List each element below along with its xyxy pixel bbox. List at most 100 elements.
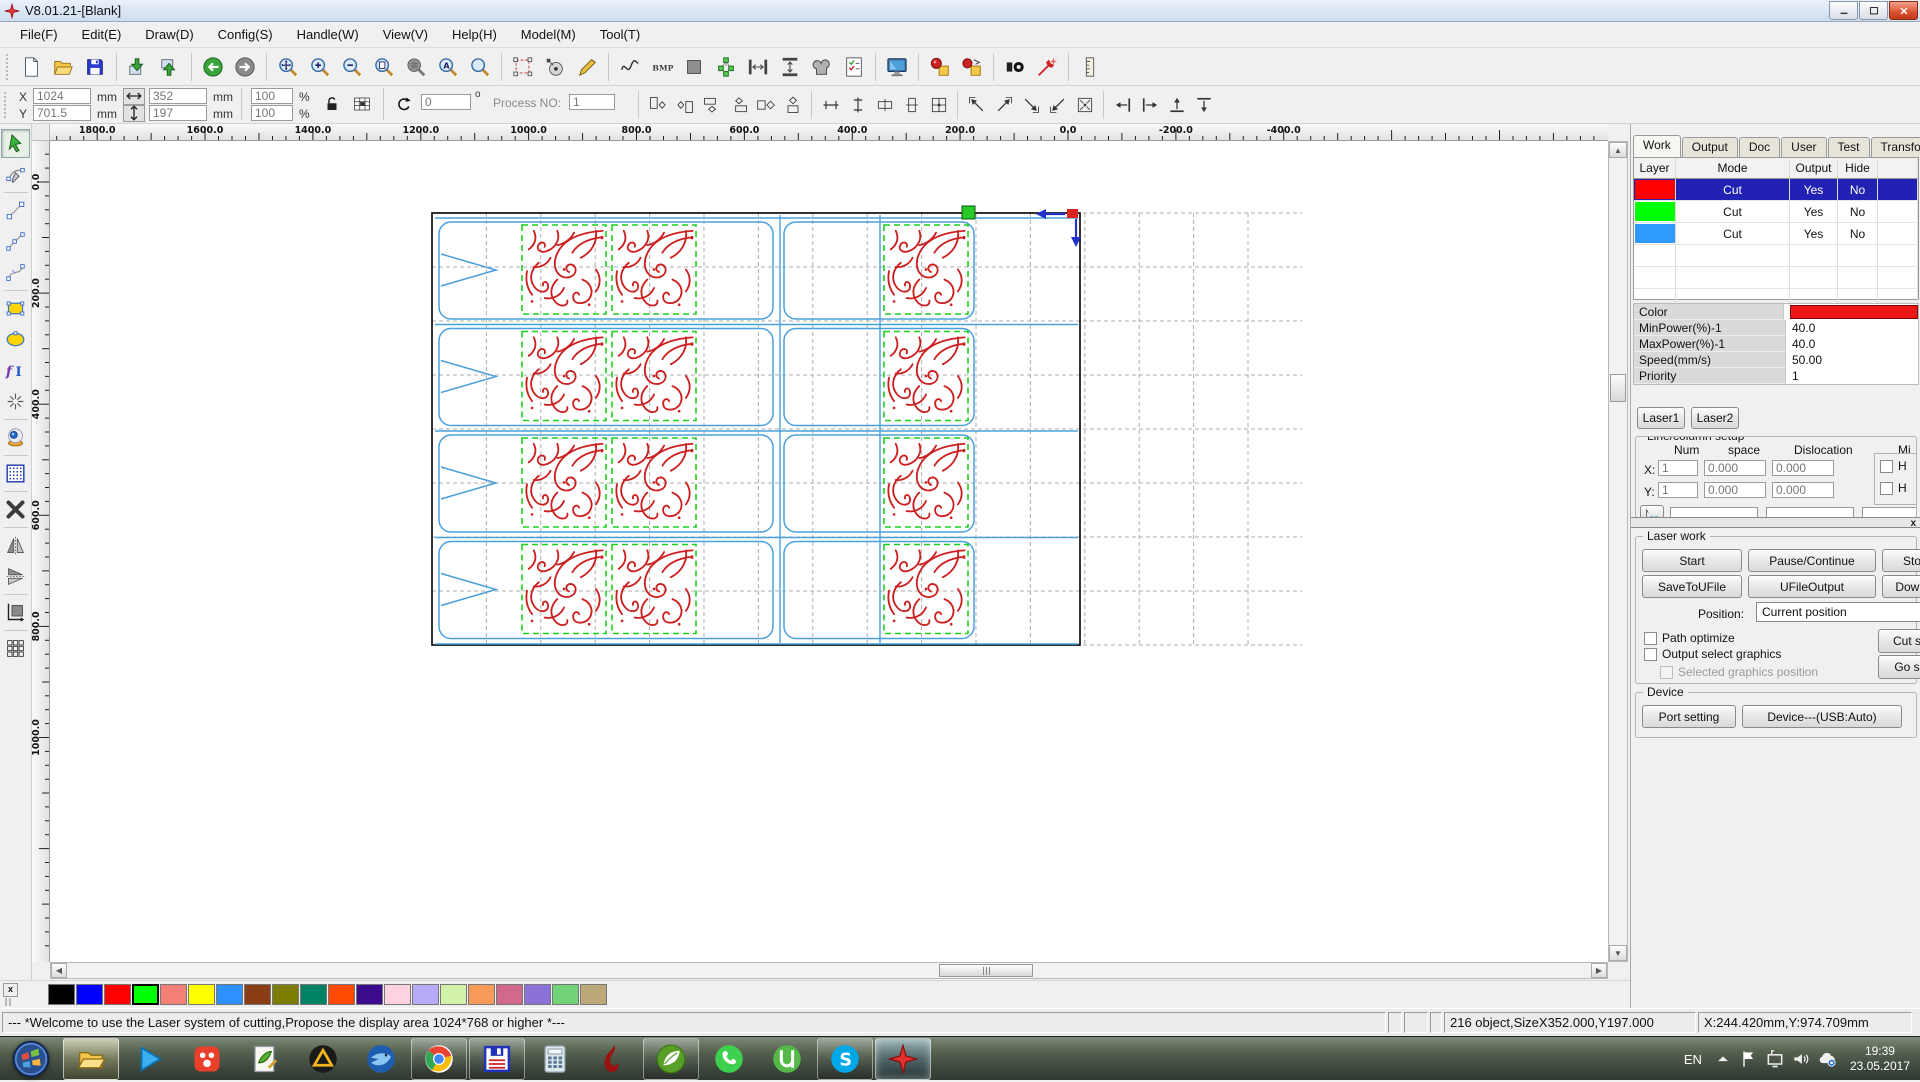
sz-6-icon[interactable] [779,91,806,118]
taskbar-tb-skype[interactable]: S [817,1038,873,1080]
process-no-input[interactable] [569,94,615,110]
taskbar-tb-thunderbird[interactable] [353,1038,409,1080]
path-optimize-checkbox[interactable] [1644,632,1657,645]
forward-icon[interactable] [229,51,261,83]
lc-y-dislocation[interactable] [1772,482,1834,498]
palette-color-11[interactable] [356,984,383,1005]
dist-v-icon[interactable] [774,51,806,83]
y-position-input[interactable] [33,105,91,121]
taskbar-tb-player[interactable] [121,1038,177,1080]
palette-color-19[interactable] [580,984,607,1005]
volume-icon[interactable] [1788,1046,1814,1072]
y-scale-input[interactable] [251,105,293,121]
tab-work[interactable]: Work [1633,135,1681,157]
point-tool[interactable] [1,387,30,416]
palette-color-16[interactable] [496,984,523,1005]
width-link-icon[interactable] [123,88,145,105]
array-tool[interactable] [1,459,30,488]
lc-x-space[interactable] [1704,460,1766,476]
palette-color-17[interactable] [524,984,551,1005]
palette-color-3[interactable] [132,984,159,1005]
mirror-v-checkbox[interactable] [1880,482,1893,495]
taskbar-tb-calc[interactable] [527,1038,583,1080]
cut-scale-button[interactable]: Cut sc [1878,629,1920,653]
taskbar-tb-rdworks[interactable] [875,1038,931,1080]
check-list-icon[interactable] [838,51,870,83]
palette-color-13[interactable] [412,984,439,1005]
selected-graphics-position-checkbox[interactable] [1660,666,1673,679]
height-input[interactable] [149,105,207,121]
panel-splitter[interactable] [1631,517,1920,528]
palette-color-6[interactable] [216,984,243,1005]
tab-output[interactable]: Output [1682,137,1738,157]
sz-3-icon[interactable] [698,91,725,118]
edge-3-icon[interactable] [1163,91,1190,118]
edge-1-icon[interactable] [1109,91,1136,118]
palette-color-4[interactable] [160,984,187,1005]
property-value[interactable] [1784,304,1918,320]
ctr-3-icon[interactable] [871,91,898,118]
position-select[interactable]: Current position [1756,602,1920,622]
menu-item-model[interactable]: Model(M) [509,24,588,45]
property-value[interactable]: 40.0 [1786,320,1918,336]
palette-color-0[interactable] [48,984,75,1005]
node-edit-tool[interactable] [1,160,30,189]
width-input[interactable] [149,88,207,104]
tab-doc[interactable]: Doc [1739,137,1780,157]
horizontal-scrollbar[interactable]: ◀ ▶ [50,962,1608,979]
vertical-scroll-thumb[interactable] [1610,374,1626,402]
device-select-button[interactable]: Device---(USB:Auto) [1742,705,1902,728]
tab-transfo[interactable]: Transfo [1871,137,1920,157]
ctr-1-icon[interactable] [817,91,844,118]
palette-color-8[interactable] [272,984,299,1005]
minimize-button[interactable] [1829,1,1858,20]
output-select-graphics-checkbox[interactable] [1644,648,1657,661]
preview-tool-icon[interactable] [999,51,1031,83]
node-graph-icon[interactable] [710,51,742,83]
menu-item-handle[interactable]: Handle(W) [285,24,371,45]
new-doc-icon[interactable] [15,51,47,83]
port-setting-button[interactable]: Port setting [1642,705,1736,728]
language-indicator[interactable]: EN [1684,1052,1702,1067]
mirror-v-tool[interactable] [1,562,30,591]
cloud-sync-icon[interactable] [1814,1046,1840,1072]
cor-2-icon[interactable] [990,91,1017,118]
start-button[interactable]: Start [1642,549,1742,572]
ctr-5-icon[interactable] [925,91,952,118]
property-value[interactable]: 1 [1786,368,1918,384]
zoom-a-icon[interactable]: A [432,51,464,83]
height-link-icon[interactable] [123,105,145,122]
stop-button[interactable]: Sto [1882,549,1920,572]
camera-tool[interactable] [1,423,30,452]
scroll-up-button[interactable]: ▲ [1609,142,1627,158]
network-icon[interactable] [1762,1046,1788,1072]
layer-row[interactable]: CutYesNo [1634,223,1918,245]
zoom-plain-icon[interactable] [464,51,496,83]
sim-tool-1-icon[interactable] [924,51,956,83]
lc-x-dislocation[interactable] [1772,460,1834,476]
bmp-tool-icon[interactable]: BMP [646,51,678,83]
palette-color-15[interactable] [468,984,495,1005]
weld-tool-icon[interactable] [806,51,838,83]
export-icon[interactable] [154,51,186,83]
palette-color-9[interactable] [300,984,327,1005]
vertical-scrollbar[interactable]: ▲ ▼ [1608,141,1628,962]
edge-2-icon[interactable] [1136,91,1163,118]
palette-color-5[interactable] [188,984,215,1005]
scroll-left-button[interactable]: ◀ [51,963,67,978]
curve-tool-icon[interactable] [614,51,646,83]
close-button[interactable] [1889,1,1918,20]
scroll-down-button[interactable]: ▼ [1609,945,1627,961]
taskbar-tb-whatsapp[interactable] [701,1038,757,1080]
toolbar-grip[interactable] [4,92,9,118]
palette-color-14[interactable] [440,984,467,1005]
go-scale-button[interactable]: Go sc [1878,655,1920,679]
sz-2-icon[interactable] [671,91,698,118]
laser-pen-icon[interactable] [1031,51,1063,83]
pen-tool-icon[interactable] [571,51,603,83]
taskbar-tb-notepad[interactable] [237,1038,293,1080]
bezier-tool[interactable] [1,258,30,287]
scroll-right-button[interactable]: ▶ [1591,963,1607,978]
zoom-in-icon[interactable] [304,51,336,83]
start-button[interactable] [0,1037,62,1081]
